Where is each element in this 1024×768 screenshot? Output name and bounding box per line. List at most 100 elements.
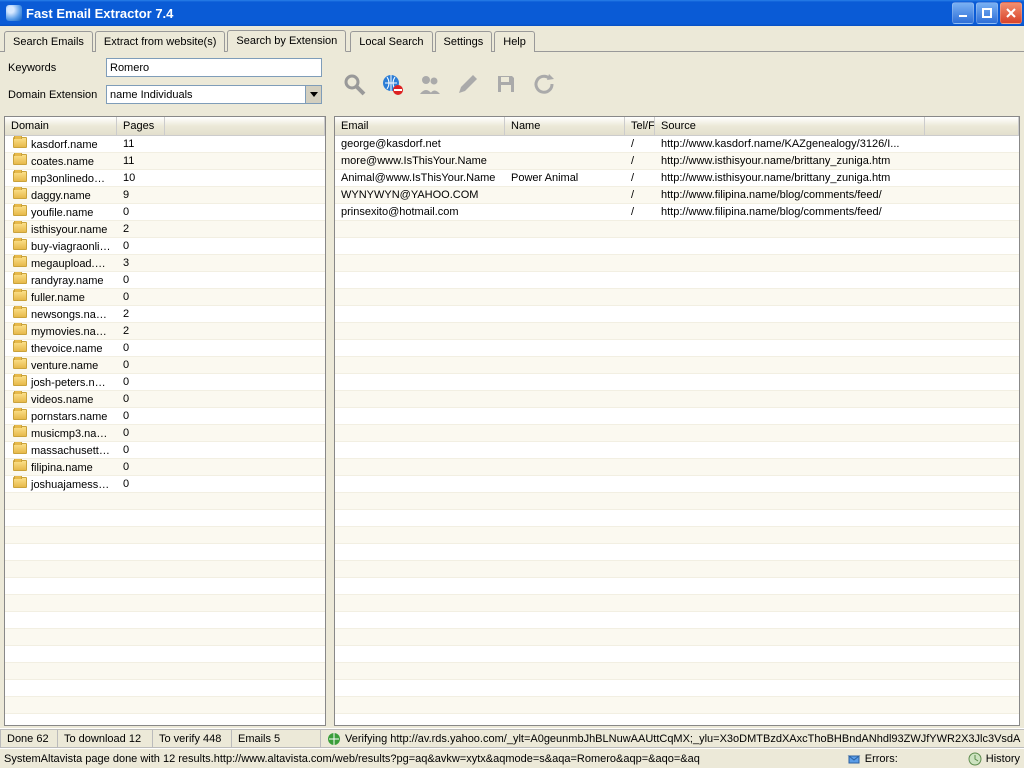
col-source[interactable]: Source	[655, 117, 925, 135]
table-row[interactable]	[335, 306, 1019, 323]
close-button[interactable]	[1000, 2, 1022, 24]
table-row[interactable]: thevoice.name0	[5, 340, 325, 357]
refresh-icon[interactable]	[530, 70, 558, 98]
table-row[interactable]	[335, 493, 1019, 510]
table-row[interactable]	[335, 646, 1019, 663]
table-row[interactable]: mp3onlinedownlo...10	[5, 170, 325, 187]
save-icon[interactable]	[492, 70, 520, 98]
table-row[interactable]: buy-viagraonline....0	[5, 238, 325, 255]
edit-icon[interactable]	[454, 70, 482, 98]
table-row[interactable]	[335, 238, 1019, 255]
history-label[interactable]: History	[986, 753, 1020, 765]
table-row[interactable]	[5, 680, 325, 697]
table-row[interactable]	[335, 289, 1019, 306]
col-email[interactable]: Email	[335, 117, 505, 135]
minimize-button[interactable]	[952, 2, 974, 24]
table-row[interactable]	[5, 663, 325, 680]
table-row[interactable]: daggy.name9	[5, 187, 325, 204]
maximize-button[interactable]	[976, 2, 998, 24]
tab-extract-from-website-s-[interactable]: Extract from website(s)	[95, 31, 225, 52]
table-row[interactable]	[5, 595, 325, 612]
table-row[interactable]	[335, 425, 1019, 442]
table-row[interactable]	[5, 646, 325, 663]
table-row[interactable]: megaupload.name3	[5, 255, 325, 272]
table-row[interactable]	[335, 544, 1019, 561]
table-row[interactable]	[5, 697, 325, 714]
table-row[interactable]: joshuajamesslone...0	[5, 476, 325, 493]
table-row[interactable]: venture.name0	[5, 357, 325, 374]
table-row[interactable]: coates.name11	[5, 153, 325, 170]
table-row[interactable]	[335, 629, 1019, 646]
table-row[interactable]	[335, 391, 1019, 408]
col-spacer-right[interactable]	[925, 117, 1019, 135]
table-row[interactable]: filipina.name0	[5, 459, 325, 476]
table-row[interactable]: more@www.IsThisYour.Name/http://www.isth…	[335, 153, 1019, 170]
users-icon[interactable]	[416, 70, 444, 98]
table-row[interactable]: isthisyour.name2	[5, 221, 325, 238]
error-icon[interactable]	[847, 752, 861, 766]
keywords-input[interactable]	[106, 58, 322, 77]
table-row[interactable]	[5, 493, 325, 510]
table-row[interactable]	[5, 561, 325, 578]
col-pages[interactable]: Pages	[117, 117, 165, 135]
tab-help[interactable]: Help	[494, 31, 535, 52]
domains-list[interactable]: kasdorf.name11coates.name11mp3onlinedown…	[5, 136, 325, 725]
table-row[interactable]	[335, 476, 1019, 493]
table-row[interactable]	[335, 578, 1019, 595]
table-row[interactable]: videos.name0	[5, 391, 325, 408]
chevron-down-icon[interactable]	[305, 86, 321, 103]
table-row[interactable]: josh-peters.name0	[5, 374, 325, 391]
tab-search-by-extension[interactable]: Search by Extension	[227, 30, 346, 52]
table-row[interactable]	[335, 221, 1019, 238]
emails-list[interactable]: george@kasdorf.net/http://www.kasdorf.na…	[335, 136, 1019, 725]
table-row[interactable]	[5, 612, 325, 629]
table-row[interactable]	[335, 595, 1019, 612]
table-row[interactable]: randyray.name0	[5, 272, 325, 289]
table-row[interactable]	[5, 527, 325, 544]
table-row[interactable]	[335, 442, 1019, 459]
errors-label[interactable]: Errors:	[865, 753, 898, 765]
tab-search-emails[interactable]: Search Emails	[4, 31, 93, 52]
table-row[interactable]: musicmp3.name0	[5, 425, 325, 442]
table-row[interactable]	[335, 561, 1019, 578]
table-row[interactable]	[5, 578, 325, 595]
table-row[interactable]	[5, 544, 325, 561]
domain-extension-combo[interactable]	[106, 85, 322, 104]
table-row[interactable]: Animal@www.IsThisYour.NamePower Animal/h…	[335, 170, 1019, 187]
col-name[interactable]: Name	[505, 117, 625, 135]
table-row[interactable]	[335, 255, 1019, 272]
table-row[interactable]	[335, 459, 1019, 476]
col-domain[interactable]: Domain	[5, 117, 117, 135]
table-row[interactable]: mymovies.name2	[5, 323, 325, 340]
history-icon[interactable]	[968, 752, 982, 766]
table-row[interactable]	[335, 663, 1019, 680]
search-icon[interactable]	[340, 70, 368, 98]
table-row[interactable]	[5, 510, 325, 527]
table-row[interactable]: newsongs.name2	[5, 306, 325, 323]
table-row[interactable]	[335, 612, 1019, 629]
table-row[interactable]: pornstars.name0	[5, 408, 325, 425]
table-row[interactable]	[335, 697, 1019, 714]
table-row[interactable]	[335, 408, 1019, 425]
table-row[interactable]	[335, 680, 1019, 697]
table-row[interactable]	[335, 323, 1019, 340]
table-row[interactable]	[335, 272, 1019, 289]
table-row[interactable]: george@kasdorf.net/http://www.kasdorf.na…	[335, 136, 1019, 153]
table-row[interactable]	[335, 357, 1019, 374]
table-row[interactable]	[335, 527, 1019, 544]
table-row[interactable]: WYNYWYN@YAHOO.COM/http://www.filipina.na…	[335, 187, 1019, 204]
table-row[interactable]: fuller.name0	[5, 289, 325, 306]
table-row[interactable]	[335, 340, 1019, 357]
table-row[interactable]: prinsexito@hotmail.com/http://www.filipi…	[335, 204, 1019, 221]
table-row[interactable]	[5, 629, 325, 646]
tab-settings[interactable]: Settings	[435, 31, 493, 52]
domain-extension-input[interactable]	[106, 85, 322, 104]
table-row[interactable]	[335, 510, 1019, 527]
table-row[interactable]	[335, 374, 1019, 391]
table-row[interactable]: kasdorf.name11	[5, 136, 325, 153]
tab-local-search[interactable]: Local Search	[350, 31, 432, 52]
col-tel[interactable]: Tel/Fax	[625, 117, 655, 135]
table-row[interactable]: massachusetts.n...0	[5, 442, 325, 459]
globe-stop-icon[interactable]	[378, 70, 406, 98]
col-spacer[interactable]	[165, 117, 325, 135]
